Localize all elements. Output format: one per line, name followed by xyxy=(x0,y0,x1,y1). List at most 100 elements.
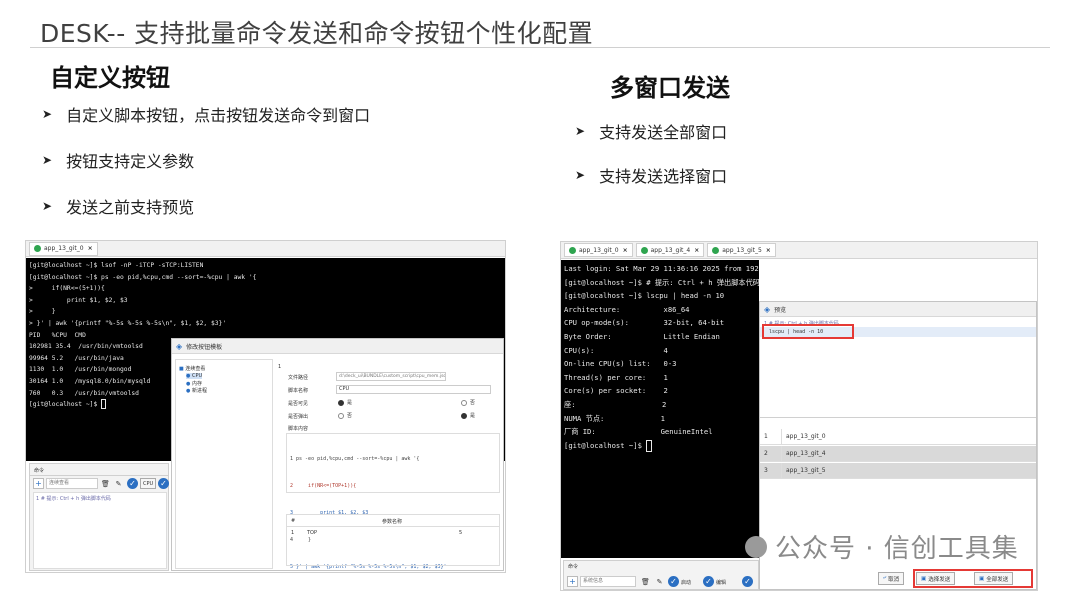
script-select[interactable]: 系统信息 xyxy=(580,576,636,587)
param-table: # 参数名称 1 TOP 5 xyxy=(286,514,500,566)
close-icon[interactable]: × xyxy=(623,247,628,254)
terminal-prompt-line: [git@localhost ~]$ xyxy=(564,439,756,453)
delete-icon[interactable]: 🗑 xyxy=(100,478,111,489)
watermark: 公众号 · 信创工具集 xyxy=(745,528,1019,565)
slide-title: DESK-- 支持批量命令发送和命令按钮个性化配置 xyxy=(40,19,594,48)
edit-icon[interactable]: ✎ xyxy=(113,478,124,489)
arrow-bullet-icon: ➤ xyxy=(42,199,53,213)
terminal-prompt: [git@localhost ~]$ xyxy=(29,401,102,409)
file-path-field[interactable]: d:\deck_ui\BUNDLE\custom_script\cpu_mem.… xyxy=(336,372,446,381)
connected-status-icon xyxy=(569,246,576,254)
script-name-label: 脚本名称 xyxy=(288,388,309,394)
window-row[interactable]: 1 app_13_git_0 xyxy=(760,429,1036,445)
terminal-cursor xyxy=(646,439,653,452)
preview-titlebar: ◈ 预览 xyxy=(760,302,1036,317)
command-panel: 命令 + 系统信息 🗑 ✎ ✓ 启动 ✓ 编辑 ✓ xyxy=(563,560,759,590)
terminal-line: Byte Order: Little Endian xyxy=(564,331,720,341)
window-row-selected[interactable]: 3 app_13_git_5 xyxy=(760,463,1036,479)
row-index: 2 xyxy=(760,446,782,461)
param-row-value[interactable]: 5 xyxy=(459,530,462,536)
bullet-item: ➤ 自定义脚本按钮，点击按钮发送命令到窗口 xyxy=(42,103,370,125)
tree-item-cpu[interactable]: ● CPU xyxy=(186,373,203,379)
tree-root-label: 连续查看 xyxy=(185,366,206,372)
add-icon[interactable]: + xyxy=(567,576,578,587)
divider xyxy=(760,417,1036,418)
cancel-label: 取消 xyxy=(888,576,900,583)
tab-label: app_13_git_0 xyxy=(44,245,84,252)
edit-run-icon[interactable]: ✓ xyxy=(703,576,714,587)
session-tab[interactable]: app_13_git_4 × xyxy=(635,243,705,257)
tree-root[interactable]: ■ 连续查看 xyxy=(179,365,205,372)
start-icon[interactable]: ✓ xyxy=(668,576,679,587)
wechat-logo-icon xyxy=(745,535,767,558)
custom-button-bullets: ➤ 自定义脚本按钮，点击按钮发送命令到窗口 ➤ 按钮支持定义参数 ➤ 发送之前支持预览 xyxy=(42,103,370,217)
terminal-line: [git@localhost ~]$ # 提示: Ctrl + h 弹出脚本代码 xyxy=(564,277,759,287)
cancel-icon: ⤶ xyxy=(883,575,887,581)
run-icon[interactable]: ✓ xyxy=(127,478,138,489)
title-divider xyxy=(30,47,1050,48)
arrow-bullet-icon: ➤ xyxy=(42,153,53,167)
terminal-line: CPU(s): 4 xyxy=(564,345,668,355)
terminal-line: > } xyxy=(29,308,56,316)
close-icon[interactable]: × xyxy=(694,247,699,254)
window-row-selected[interactable]: 2 app_13_git_4 xyxy=(760,446,1036,462)
script-name-field[interactable]: CPU xyxy=(336,385,491,394)
window-name: app_13_git_5 xyxy=(786,467,826,474)
terminal-line: CPU op-mode(s): 32-bit, 64-bit xyxy=(564,318,725,328)
tree-item-new-process[interactable]: ● 新进程 xyxy=(186,387,207,394)
radio-icon xyxy=(461,412,467,419)
connected-status-icon xyxy=(34,245,41,252)
param-col-name: 参数名称 xyxy=(382,519,403,525)
script-code-editor[interactable]: 1 ps -eo pid,%cpu,cmd --sort=-%cpu | awk… xyxy=(286,433,500,570)
terminal-line: 座: 2 xyxy=(564,399,667,409)
command-editor[interactable]: 1 # 提示: Ctrl + h 弹出脚本代码 xyxy=(33,492,167,569)
terminal-cursor xyxy=(101,399,107,410)
close-icon[interactable]: × xyxy=(766,247,771,254)
add-icon[interactable]: + xyxy=(33,478,44,489)
cancel-button[interactable]: ⤶ 取消 xyxy=(878,572,905,585)
tree-item-memory[interactable]: ● 内存 xyxy=(186,380,202,387)
bullet-text: 支持发送选择窗口 xyxy=(599,167,728,186)
terminal-line: [git@localhost ~]$ lsof -nP -iTCP -sTCP:… xyxy=(29,262,204,269)
start-label[interactable]: 启动 xyxy=(681,579,691,586)
script-select[interactable]: 连续查看 xyxy=(46,478,98,489)
terminal-tabbar: app_13_git_0 × app_13_git_4 × app_13_git_5… xyxy=(561,242,1037,259)
window-name: app_13_git_0 xyxy=(786,433,826,440)
popup-no-radio[interactable]: 否 xyxy=(338,412,352,419)
template-tree: ■ 连续查看 ● CPU ● 内存 ● 新进程 xyxy=(175,359,273,569)
param-row-name[interactable]: TOP xyxy=(307,530,317,536)
bullet-text: 自定义脚本按钮，点击按钮发送命令到窗口 xyxy=(66,106,371,125)
session-tab[interactable]: app_13_git_0 × xyxy=(564,243,633,257)
divider xyxy=(30,475,168,476)
terminal-line: [git@localhost ~]$ lscpu | head -n 10 xyxy=(564,291,725,301)
send-icon[interactable]: ✓ xyxy=(742,576,753,587)
script-content-label: 脚本内容 xyxy=(288,426,309,432)
template-form: 1 文件路径 d:\deck_ui\BUNDLE\custom_script\c… xyxy=(276,359,502,570)
terminal-output[interactable]: Last login: Sat Mar 29 11:36:16 2025 fro… xyxy=(561,260,759,558)
bullet-text: 按钮支持定义参数 xyxy=(66,152,195,171)
bullet-text: 支持发送全部窗口 xyxy=(599,123,728,142)
cpu-button[interactable]: CPU xyxy=(140,478,157,489)
terminal-prompt: [git@localhost ~]$ xyxy=(564,440,647,450)
radio-label: 否 xyxy=(347,413,353,419)
edit-icon[interactable]: ✎ xyxy=(654,576,665,587)
close-icon[interactable]: × xyxy=(88,245,93,252)
tree-item-label: CPU xyxy=(191,373,203,379)
visible-no-radio[interactable]: 否 xyxy=(461,399,475,406)
session-tab[interactable]: app_13_git_0 × xyxy=(29,241,98,256)
dialog-title: 修改按钮模板 xyxy=(186,343,223,351)
modify-template-dialog: ◈ 修改按钮模板 ■ 连续查看 ● CPU ● 内存 ● 新进程 1 文件路径 d… xyxy=(171,338,504,571)
tab-label: app_13_git_0 xyxy=(579,246,619,254)
radio-icon xyxy=(338,412,344,419)
popup-yes-radio[interactable]: 是 xyxy=(461,412,475,419)
delete-icon[interactable]: 🗑 xyxy=(640,576,651,587)
radio-icon xyxy=(338,399,344,406)
command-tab[interactable]: 命令 xyxy=(34,467,44,474)
multi-window-bullets: ➤ 支持发送全部窗口 ➤ 支持发送选择窗口 xyxy=(575,120,727,186)
command-tab[interactable]: 命令 xyxy=(568,563,578,570)
send-icon[interactable]: ✓ xyxy=(158,478,169,489)
code-line: 1 ps -eo pid,%cpu,cmd --sort=-%cpu | awk… xyxy=(290,456,420,462)
visible-yes-radio[interactable]: 是 xyxy=(338,399,352,406)
session-tab[interactable]: app_13_git_5 × xyxy=(707,243,776,257)
edit-label[interactable]: 编辑 xyxy=(716,579,726,586)
